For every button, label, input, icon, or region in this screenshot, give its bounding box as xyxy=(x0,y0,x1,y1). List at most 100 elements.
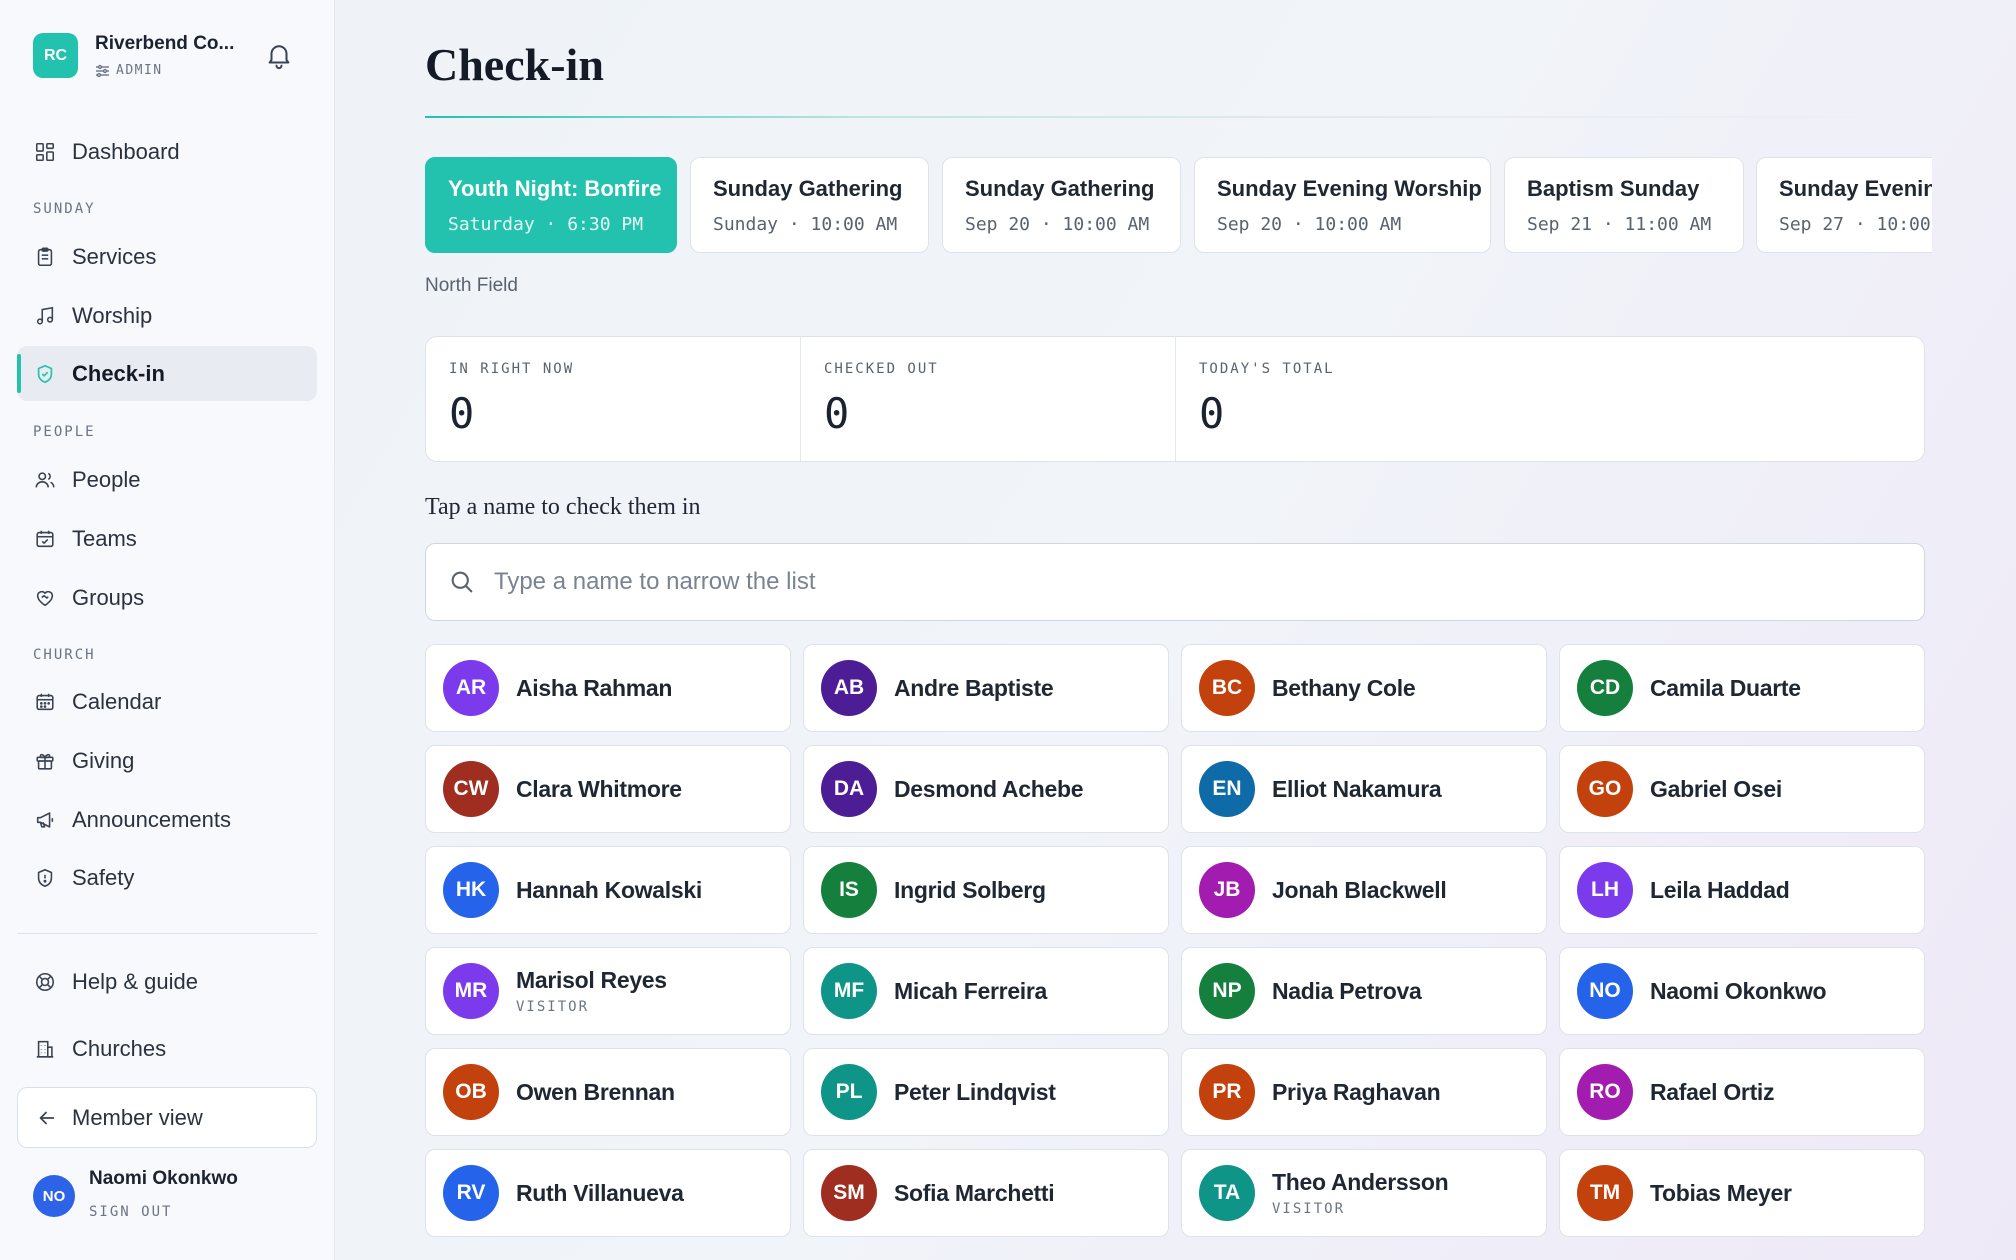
person-card[interactable]: HK Hannah Kowalski xyxy=(425,846,791,934)
person-card[interactable]: AB Andre Baptiste xyxy=(803,644,1169,732)
person-card[interactable]: LH Leila Haddad xyxy=(1559,846,1925,934)
person-card[interactable]: AR Aisha Rahman xyxy=(425,644,791,732)
event-card[interactable]: Sunday Gathering Sep 20 · 10:00 AM xyxy=(942,157,1181,253)
nav-help[interactable]: Help & guide xyxy=(17,954,317,1009)
person-card[interactable]: OB Owen Brennan xyxy=(425,1048,791,1136)
person-info: Leila Haddad xyxy=(1650,877,1790,904)
person-card[interactable]: EN Elliot Nakamura xyxy=(1181,745,1547,833)
people-grid: AR Aisha Rahman AB Andre Baptiste BC Bethany … xyxy=(425,644,1925,1260)
gift-icon xyxy=(36,753,54,770)
event-card[interactable]: Sunday Gathering Sunday · 10:00 AM xyxy=(690,157,929,253)
stat-value: 0 xyxy=(824,389,850,438)
nav-groups-label: Groups xyxy=(72,584,145,610)
nav-teams-label: Teams xyxy=(72,525,137,551)
person-info: Ingrid Solberg xyxy=(894,877,1046,904)
nav-worship-label: Worship xyxy=(72,302,153,328)
nav-safety-label: Safety xyxy=(72,864,135,890)
bell-icon[interactable] xyxy=(264,40,294,70)
org-avatar[interactable]: RC xyxy=(33,33,78,78)
person-card[interactable]: CD Camila Duarte xyxy=(1559,644,1925,732)
person-name: Clara Whitmore xyxy=(516,775,682,802)
person-name: Leila Haddad xyxy=(1650,876,1790,903)
dashboard-icon xyxy=(35,142,55,161)
nav-calendar-label: Calendar xyxy=(72,688,162,714)
person-name: Andre Baptiste xyxy=(894,674,1054,701)
event-time: Sep 21 · 11:00 AM xyxy=(1527,214,1712,235)
person-card[interactable]: GO Gabriel Osei xyxy=(1559,745,1925,833)
person-info: Priya Raghavan xyxy=(1272,1079,1441,1106)
nav-announcements[interactable]: Announcements xyxy=(17,792,317,847)
nav-dashboard[interactable]: Dashboard xyxy=(17,124,317,179)
person-card[interactable]: NP Nadia Petrova xyxy=(1181,947,1547,1035)
nav-giving[interactable]: Giving xyxy=(17,733,317,788)
person-info: Owen Brennan xyxy=(516,1079,675,1106)
person-name: Hannah Kowalski xyxy=(516,876,702,903)
person-card[interactable]: DA Desmond Achebe xyxy=(803,745,1169,833)
shield-alert-icon xyxy=(37,868,53,887)
person-card[interactable]: IS Ingrid Solberg xyxy=(803,846,1169,934)
nav-services[interactable]: Services xyxy=(17,229,317,284)
person-card[interactable]: RO Rafael Ortiz xyxy=(1559,1048,1925,1136)
person-card[interactable]: SM Sofia Marchetti xyxy=(803,1149,1169,1237)
event-time: Sep 20 · 10:00 AM xyxy=(1217,214,1402,235)
person-avatar: RO xyxy=(1577,1064,1633,1120)
nav-worship[interactable]: Worship xyxy=(17,288,317,343)
nav-groups[interactable]: Groups xyxy=(17,570,317,625)
page-title: Check-in xyxy=(425,39,604,90)
person-name: Bethany Cole xyxy=(1272,674,1416,701)
building-icon xyxy=(36,1040,54,1058)
person-name: Marisol Reyes xyxy=(516,967,667,993)
sidebar: RC Riverbend Co... ADMIN Dashboard SUNDA… xyxy=(0,0,335,1260)
nav-churches[interactable]: Churches xyxy=(17,1021,317,1076)
person-avatar: TM xyxy=(1577,1165,1633,1221)
person-card[interactable]: BC Bethany Cole xyxy=(1181,644,1547,732)
nav-section-church: CHURCH xyxy=(33,647,96,663)
org-name[interactable]: Riverbend Co... xyxy=(95,33,234,55)
person-name: Nadia Petrova xyxy=(1272,977,1422,1004)
nav-safety[interactable]: Safety xyxy=(17,850,317,905)
person-card[interactable]: MF Micah Ferreira xyxy=(803,947,1169,1035)
event-card[interactable]: Sunday Evening Sep 27 · 10:00 xyxy=(1756,157,1932,253)
stat-label: IN RIGHT NOW xyxy=(449,361,575,377)
person-avatar: RV xyxy=(443,1165,499,1221)
event-card[interactable]: Youth Night: Bonfire Saturday · 6:30 PM xyxy=(425,157,677,253)
person-info: Clara Whitmore xyxy=(516,776,682,803)
person-card[interactable]: CW Clara Whitmore xyxy=(425,745,791,833)
person-card[interactable]: JB Jonah Blackwell xyxy=(1181,846,1547,934)
sign-out-link[interactable]: SIGN OUT xyxy=(89,1204,172,1220)
event-card[interactable]: Sunday Evening Worship Sep 20 · 10:00 AM xyxy=(1194,157,1491,253)
nav-people-label: People xyxy=(72,466,141,492)
person-card[interactable]: MR Marisol Reyes VISITOR xyxy=(425,947,791,1035)
person-avatar: AB xyxy=(821,660,877,716)
person-card[interactable]: PL Peter Lindqvist xyxy=(803,1048,1169,1136)
member-view-button[interactable]: Member view xyxy=(17,1087,317,1148)
person-avatar: SM xyxy=(821,1165,877,1221)
nav-teams[interactable]: Teams xyxy=(17,511,317,566)
person-info: Sofia Marchetti xyxy=(894,1180,1055,1207)
heart-handshake-icon xyxy=(36,590,54,606)
person-avatar: NP xyxy=(1199,963,1255,1019)
person-avatar: AR xyxy=(443,660,499,716)
person-card[interactable]: PR Priya Raghavan xyxy=(1181,1048,1547,1136)
event-card[interactable]: Baptism Sunday Sep 21 · 11:00 AM xyxy=(1504,157,1744,253)
person-card[interactable]: TM Tobias Meyer xyxy=(1559,1149,1925,1237)
person-card[interactable]: NO Naomi Okonkwo xyxy=(1559,947,1925,1035)
person-card[interactable]: TA Theo Andersson VISITOR xyxy=(1181,1149,1547,1237)
search-input[interactable] xyxy=(494,568,1894,596)
nav-calendar[interactable]: Calendar xyxy=(17,674,317,729)
nav-checkin[interactable]: Check-in xyxy=(17,346,317,401)
person-info: Ruth Villanueva xyxy=(516,1180,684,1207)
person-info: Micah Ferreira xyxy=(894,978,1047,1005)
stat-label: TODAY'S TOTAL xyxy=(1199,361,1335,377)
sliders-icon xyxy=(96,64,109,77)
person-card[interactable]: RV Ruth Villanueva xyxy=(425,1149,791,1237)
nav-people[interactable]: People xyxy=(17,452,317,507)
event-name: Youth Night: Bonfire xyxy=(448,176,662,201)
nav-section-people: PEOPLE xyxy=(33,424,96,440)
event-name: Sunday Gathering xyxy=(965,176,1155,201)
event-time: Saturday · 6:30 PM xyxy=(448,214,644,235)
clipboard-icon xyxy=(37,247,53,266)
person-name: Ingrid Solberg xyxy=(894,876,1046,903)
person-avatar: CD xyxy=(1577,660,1633,716)
stat-todays-total: TODAY'S TOTAL 0 xyxy=(1175,337,1924,461)
